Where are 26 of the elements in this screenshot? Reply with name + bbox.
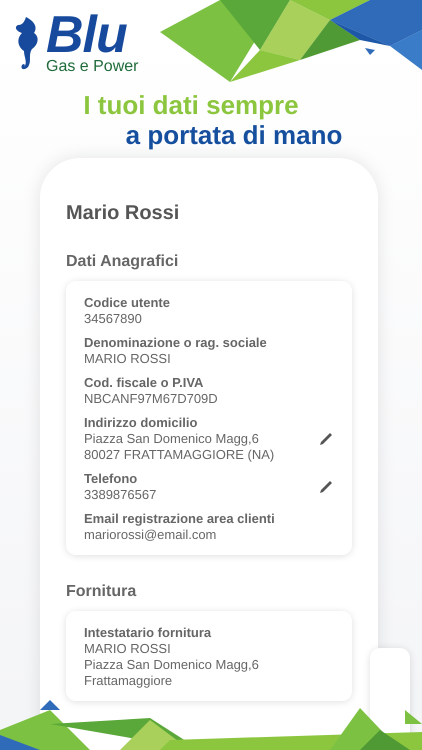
section-title: Fornitura — [66, 583, 138, 601]
field-label: Telefono — [84, 471, 138, 487]
profile-name: Mario Rossi — [66, 202, 180, 225]
field-value: 34567890 — [84, 311, 143, 327]
headline: I tuoi dati sempre — [83, 90, 299, 120]
field-label: Codice utente — [84, 295, 170, 311]
field-value: Frattamaggiore — [84, 673, 174, 689]
edit-icon[interactable] — [318, 479, 334, 495]
field-value: MARIO ROSSI — [84, 351, 172, 367]
field-value: 3389876567 — [84, 487, 156, 503]
field-label: Denominazione o rag. sociale — [84, 335, 267, 351]
headline: a portata di mano — [126, 120, 342, 150]
field-label: Email registrazione area clienti — [84, 511, 275, 527]
field-label: Indirizzo domicilio — [84, 415, 198, 431]
field-value: MARIO ROSSI — [84, 641, 172, 657]
edit-icon[interactable] — [318, 431, 334, 447]
section-title: Dati Anagrafici — [66, 253, 180, 271]
field-label: Intestatario fornitura — [84, 625, 212, 641]
field-value: NBCANF97M67D709D — [84, 391, 218, 407]
brand-tagline: Gas e Power — [46, 58, 138, 76]
brand-name: Blu — [46, 12, 127, 58]
field-value: Piazza San Domenico Magg,6 — [84, 431, 260, 447]
field-value: mariorossi@email.com — [84, 527, 218, 543]
field-value: Piazza San Domenico Magg,6 — [84, 657, 259, 673]
field-value: 80027 FRATTAMAGGIORE (NA) — [84, 447, 274, 463]
field-label: Cod. fiscale o P.IVA — [84, 375, 204, 391]
